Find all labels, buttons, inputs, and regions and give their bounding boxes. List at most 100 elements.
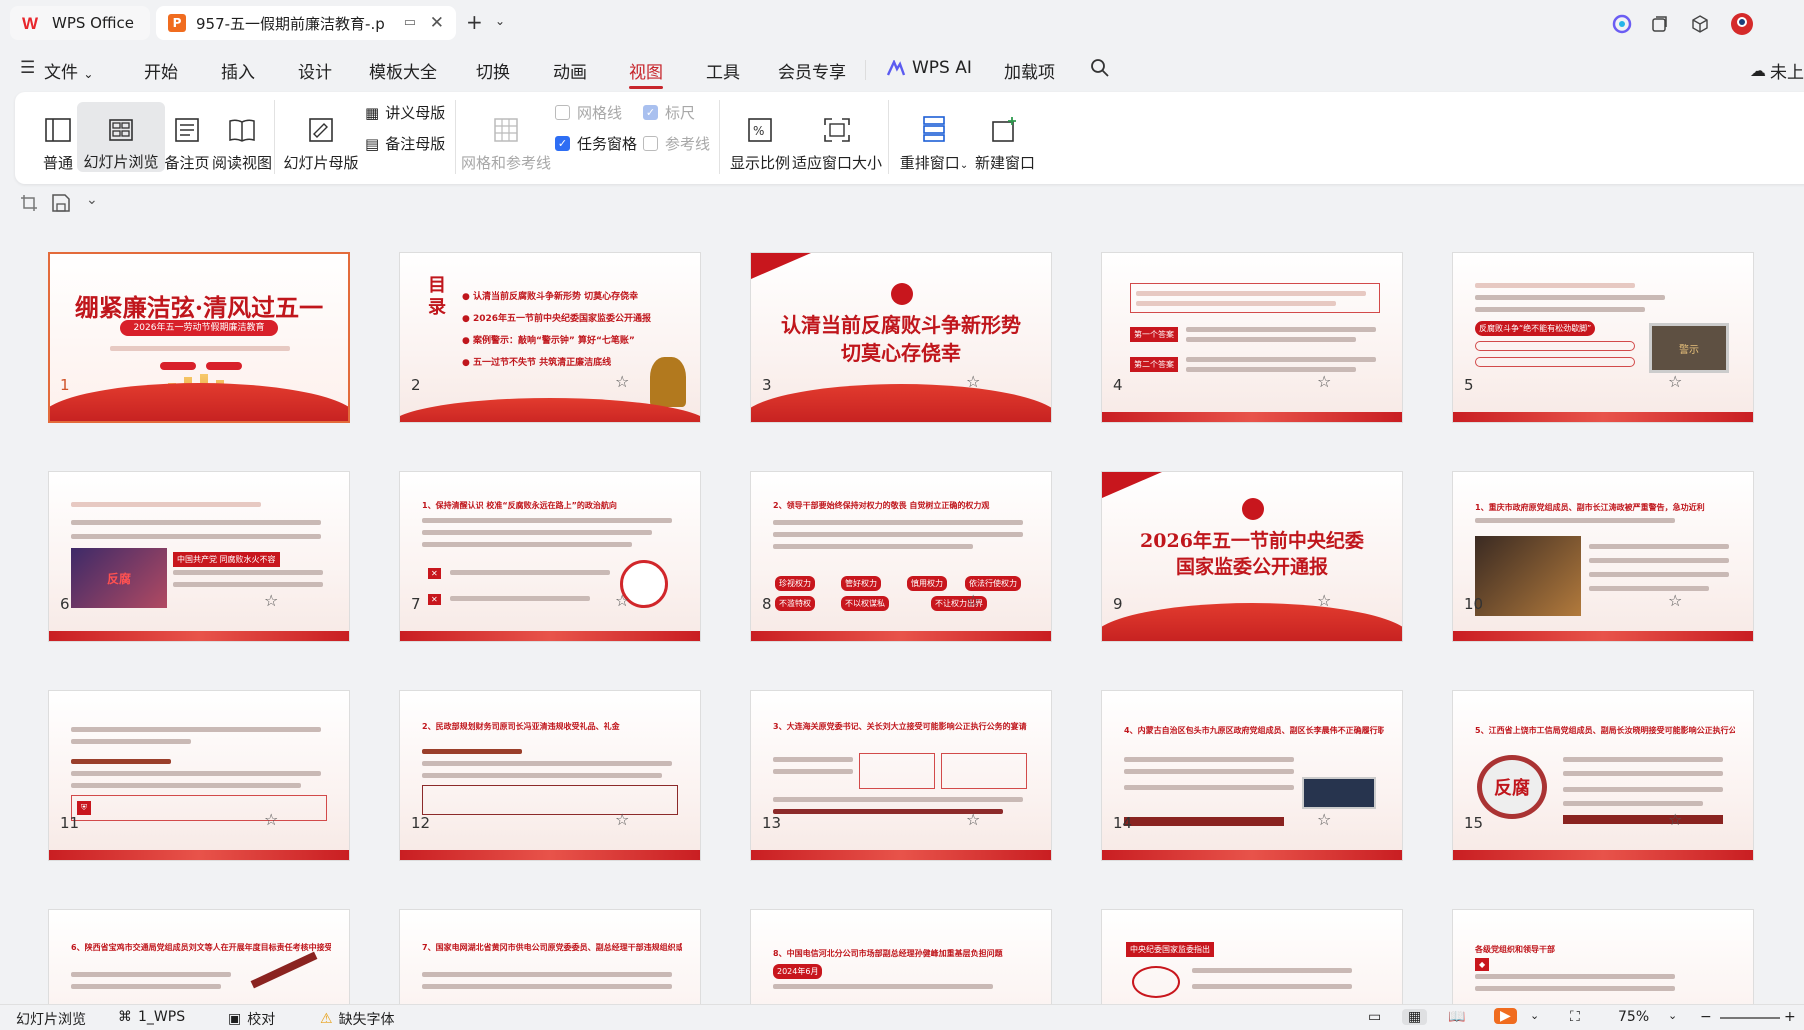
search-icon[interactable] <box>1090 58 1110 83</box>
cube-icon[interactable] <box>1688 12 1712 36</box>
slide-thumbnail[interactable]: 反腐 中国共产党 同腐败水火不容 <box>48 471 350 642</box>
zoom-slider[interactable] <box>1720 1017 1780 1019</box>
save-icon[interactable] <box>52 194 70 216</box>
star-icon[interactable]: ☆ <box>615 591 629 610</box>
notes-master-button[interactable]: ▤ 备注母版 <box>365 133 445 154</box>
star-icon[interactable]: ☆ <box>1668 591 1682 610</box>
text-line <box>1589 586 1709 591</box>
slide-thumbnail[interactable]: 6、陕西省宝鸡市交通局党组成员刘文等人在开展年度目标责任考核中接受可能影响公正执… <box>48 909 350 1004</box>
star-icon[interactable]: ☆ <box>1317 591 1331 610</box>
star-icon[interactable]: ☆ <box>615 810 629 829</box>
slide-thumbnail[interactable]: 1、重庆市政府原党组成员、副市长江涛政被严重警告，急功近利 <box>1452 471 1754 642</box>
tab-wps-home[interactable]: W WPS Office <box>10 6 150 40</box>
star-icon[interactable]: ☆ <box>1317 372 1331 391</box>
missing-fonts-button[interactable]: ⚠ 缺失字体 <box>320 1009 395 1029</box>
slide-thumbnail[interactable]: 8、中国电信河北分公司市场部副总经理孙健峰加重基层负担问题 2024年6月 <box>750 909 1052 1004</box>
slide-sorter-button[interactable]: 幻灯片浏览 <box>77 102 165 172</box>
slide-thumbnail[interactable]: 3、大连海关原党委书记、关长刘大立接受可能影响公正执行公务的宴请 <box>750 690 1052 861</box>
zoom-button[interactable]: % 显示比例 <box>727 92 793 184</box>
slide-thumbnail[interactable]: 2、领导干部要始终保持对权力的敬畏 自觉树立正确的权力观 珍视权力 管好权力 慎… <box>750 471 1052 642</box>
text-line <box>1563 801 1703 806</box>
normal-view-status-icon[interactable]: ▭ <box>1368 1009 1381 1025</box>
new-tab-icon[interactable]: + <box>466 10 483 34</box>
slide-thumbnail[interactable]: 1、保持清醒认识 校准“反腐败永远在路上”的政治航向 ✕ ✕ <box>399 471 701 642</box>
task-pane-checkbox[interactable]: ✓ 任务窗格 <box>555 133 637 154</box>
star-icon[interactable]: ☆ <box>264 810 278 829</box>
slide-thumbnail[interactable]: 2、民政部规划财务司原司长冯亚清违规收受礼品、礼金 <box>399 690 701 861</box>
tab-list-chevron-icon[interactable]: ⌄ <box>495 14 505 28</box>
answer-tag: 第二个答案 <box>1130 357 1178 372</box>
crop-icon[interactable] <box>20 194 38 216</box>
window-icon[interactable] <box>1648 12 1672 36</box>
cloud-save[interactable]: ☁ 未上 <box>1750 58 1804 83</box>
warning-icon: ⚠ <box>320 1011 333 1027</box>
star-icon[interactable]: ☆ <box>966 372 980 391</box>
zoom-in-icon[interactable]: + <box>1784 1009 1796 1025</box>
star-icon[interactable]: ☆ <box>615 372 629 391</box>
fit-window-button[interactable]: 适应窗口大小 <box>792 92 882 184</box>
slide-thumbnail[interactable]: 2026年五一节前中央纪委 国家监委公开通报 <box>1101 471 1403 642</box>
ruler-checkbox[interactable]: ✓ 标尺 <box>643 102 695 123</box>
new-window-button[interactable]: 新建窗口 <box>970 92 1040 184</box>
slide-thumbnail[interactable]: 绷紧廉洁弦·清风过五一 2026年五一劳动节假期廉洁教育 <box>48 252 350 423</box>
zoom-out-icon[interactable]: − <box>1700 1009 1712 1025</box>
text-line <box>71 520 321 525</box>
star-icon[interactable]: ☆ <box>1317 810 1331 829</box>
slide-thumbnail[interactable]: 认清当前反腐败斗争新形势 切莫心存侥幸 <box>750 252 1052 423</box>
avatar[interactable] <box>1730 12 1754 36</box>
slide-master-button[interactable]: 幻灯片母版 <box>284 92 359 184</box>
star-icon[interactable]: ☆ <box>1668 810 1682 829</box>
ai-assistant-icon[interactable] <box>1610 12 1634 36</box>
reading-view-button[interactable]: 阅读视图 <box>207 92 277 184</box>
close-tab-icon[interactable]: ✕ <box>430 13 444 33</box>
star-icon[interactable]: ☆ <box>1668 372 1682 391</box>
slide-thumbnail[interactable]: ⛨ <box>48 690 350 861</box>
normal-view-button[interactable]: 普通 <box>37 92 79 184</box>
sorter-view-status-icon[interactable]: ▦ <box>1402 1009 1428 1025</box>
gridlines-checkbox[interactable]: 网格线 <box>555 102 622 123</box>
menu-home[interactable]: 开始 <box>144 58 178 83</box>
zoom-chevron-icon[interactable]: ⌄ <box>1668 1009 1677 1022</box>
menu-membership[interactable]: 会员专享 <box>778 58 846 83</box>
fit-icon[interactable]: ⛶ <box>1570 1009 1580 1025</box>
menu-wps-ai[interactable]: WPS AI <box>886 58 972 78</box>
menu-templates[interactable]: 模板大全 <box>369 58 437 83</box>
menu-view[interactable]: 视图 <box>629 58 663 89</box>
slide-bottom-bar <box>751 850 1051 860</box>
menu-transitions[interactable]: 切换 <box>476 58 510 83</box>
play-slideshow-icon[interactable]: ▶ <box>1494 1008 1517 1024</box>
menu-design[interactable]: 设计 <box>298 58 332 83</box>
slide-thumbnail[interactable]: 5、江西省上饶市工信局党组成员、副局长汝晓明接受可能影响公正执行公务的宴请 反腐 <box>1452 690 1754 861</box>
star-icon[interactable]: ☆ <box>966 810 980 829</box>
menu-file[interactable]: 文件 ⌄ <box>44 58 93 83</box>
grid-and-guides-button[interactable]: 网格和参考线 <box>461 92 551 184</box>
slide-thumbnail[interactable]: 目录 ● 认清当前反腐败斗争新形势 切莫心存侥幸 ● 2026年五一节前中央纪委… <box>399 252 701 423</box>
slide-heading: 1、重庆市政府原党组成员、副市长江涛政被严重警告，急功近利 <box>1475 503 1705 512</box>
slide-thumbnail[interactable]: 第一个答案 第二个答案 <box>1101 252 1403 423</box>
screen-icon[interactable]: ▭ <box>404 15 416 30</box>
chevron-down-icon[interactable]: ⌄ <box>86 192 98 208</box>
zoom-level[interactable]: 75% <box>1618 1009 1649 1025</box>
slide-thumbnail[interactable]: 各级党组织和领导干部 ◆ <box>1452 909 1754 1004</box>
tab-document[interactable]: P 957-五一假期前廉洁教育-.p ▭ ✕ <box>156 6 456 40</box>
star-icon[interactable]: ☆ <box>264 591 278 610</box>
slide-pill: 不以权谋私 <box>841 596 889 611</box>
handout-master-button[interactable]: ▦ 讲义母版 <box>365 102 445 123</box>
slide-thumbnail[interactable]: 反腐败斗争“绝不能有松劲歇脚” 警示 <box>1452 252 1754 423</box>
star-icon[interactable]: ☆ <box>966 591 980 610</box>
arrange-windows-button[interactable]: 重排窗口⌄ <box>899 92 969 184</box>
hamburger-icon[interactable]: ☰ <box>20 58 35 78</box>
menu-insert[interactable]: 插入 <box>221 58 255 83</box>
guides-checkbox[interactable]: 参考线 <box>643 133 710 154</box>
menu-tools[interactable]: 工具 <box>706 58 740 83</box>
theme-indicator[interactable]: ⌘ 1_WPS <box>118 1009 185 1025</box>
menu-animation[interactable]: 动画 <box>553 58 587 83</box>
slideshow-chevron-icon[interactable]: ⌄ <box>1530 1009 1539 1022</box>
menu-addins[interactable]: 加载项 <box>1004 58 1055 83</box>
reading-view-status-icon[interactable]: 📖 <box>1448 1009 1465 1025</box>
slide-thumbnail[interactable]: 7、国家电网湖北省黄冈市供电公司原党委委员、副总经理干部违规组织或参加公款宴请 <box>399 909 701 1004</box>
slide-thumbnail[interactable]: 中央纪委国家监委指出 <box>1101 909 1403 1004</box>
text-line <box>1475 283 1635 288</box>
slide-thumbnail[interactable]: 4、内蒙古自治区包头市九原区政府党组成员、副区长李晨伟不正确履行职责 <box>1101 690 1403 861</box>
proofing-button[interactable]: ▣ 校对 <box>228 1009 275 1029</box>
